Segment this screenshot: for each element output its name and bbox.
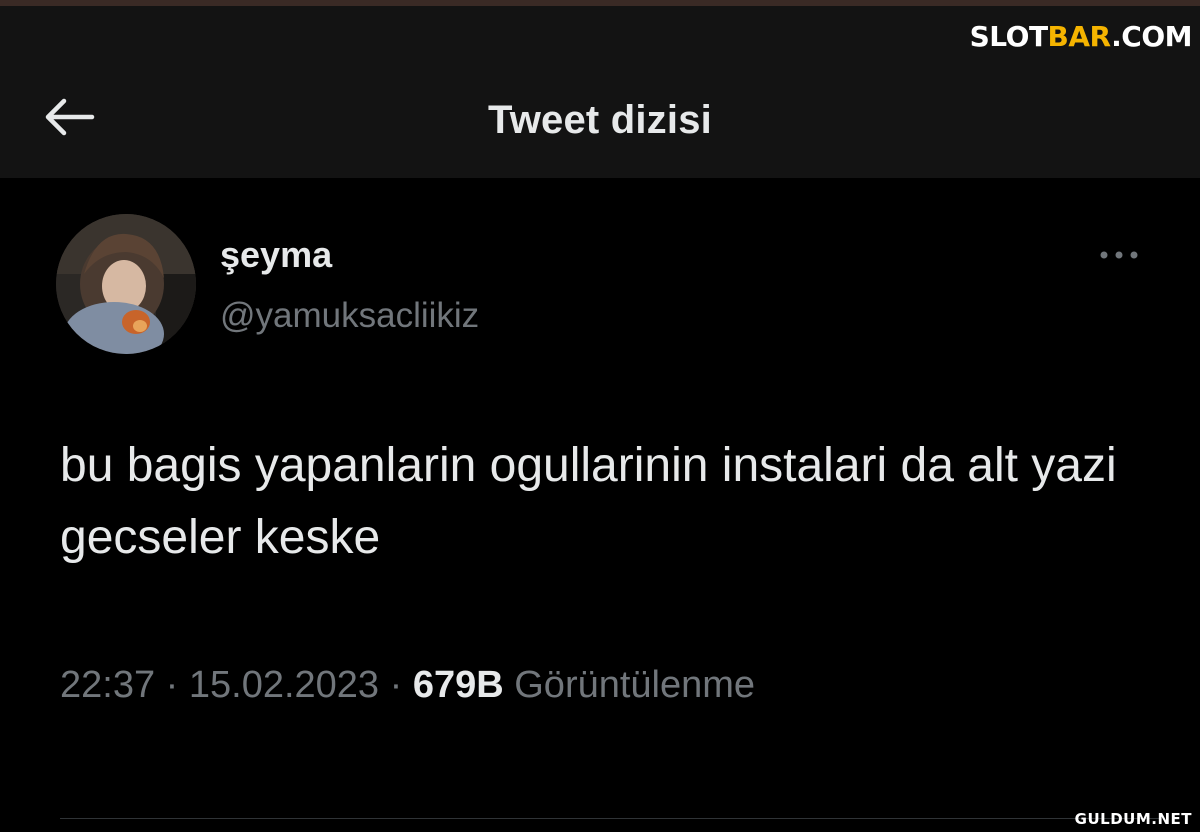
tweet-meta: 22:37 · 15.02.2023 · 679B Görüntülenme [60, 664, 755, 707]
page-title: Tweet dizisi [488, 98, 712, 142]
views-label: Görüntülenme [514, 664, 756, 706]
views-count: 679B [412, 664, 504, 706]
meta-separator: · [165, 664, 179, 706]
more-horizontal-icon [1100, 251, 1138, 259]
watermark-part-1: SLOT [969, 20, 1048, 53]
user-handle[interactable]: @yamuksacliikiz [220, 296, 479, 336]
avatar[interactable] [56, 214, 196, 354]
slotbar-watermark: SLOTBAR.COM [969, 20, 1193, 53]
more-options-button[interactable] [1094, 240, 1144, 270]
site-watermark: GULDUM.NET [1074, 810, 1192, 828]
divider [60, 818, 1160, 819]
tweet-date[interactable]: 15.02.2023 [189, 664, 379, 706]
tweet-text: bu bagis yapanlarin ogullarinin instalar… [60, 439, 1117, 564]
watermark-part-2: BAR [1047, 20, 1112, 53]
avatar-photo [56, 214, 196, 354]
watermark-part-3: .COM [1111, 20, 1192, 53]
tweet-time[interactable]: 22:37 [60, 664, 155, 706]
header-bar: Tweet dizisi SLOTBAR.COM [0, 6, 1200, 178]
display-name[interactable]: şeyma [220, 234, 332, 276]
meta-separator: · [389, 664, 403, 706]
